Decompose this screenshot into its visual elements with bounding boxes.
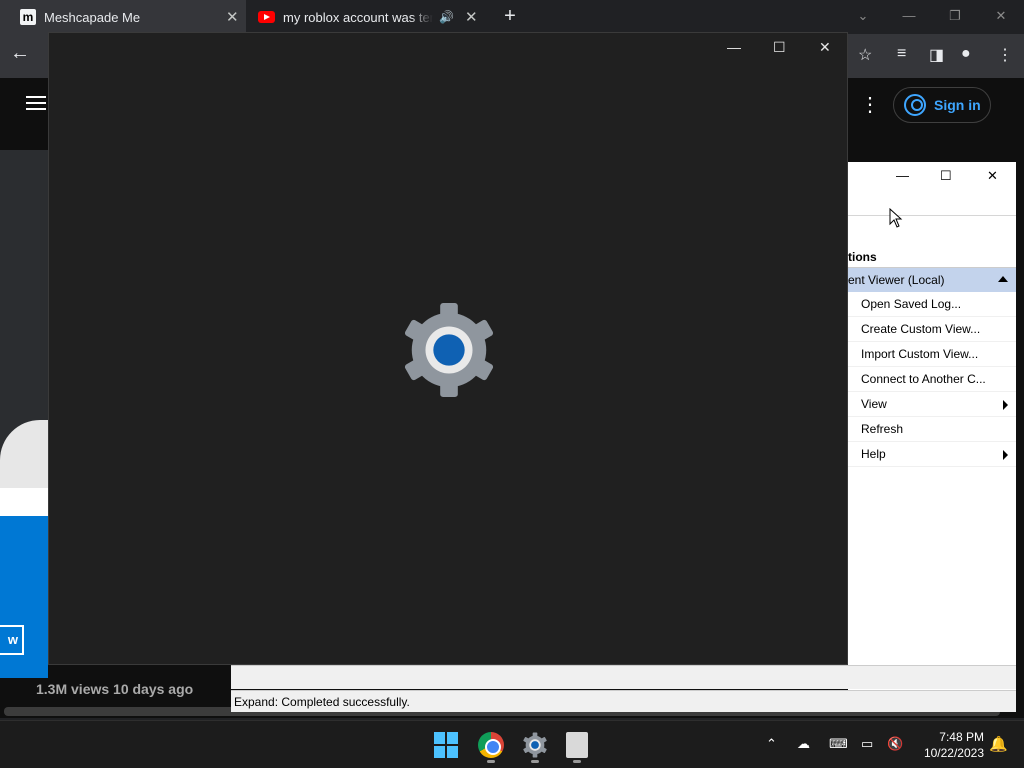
close-icon[interactable]: ✕ — [987, 168, 998, 184]
youtube-favicon-icon — [258, 11, 275, 23]
event-viewer-icon[interactable] — [566, 732, 588, 758]
actions-pane: tions ent Viewer (Local) Open Saved Log.… — [848, 246, 1016, 467]
browser-window-controls: ⌄ — ❐ ✕ — [840, 0, 1024, 32]
maximize-icon[interactable]: ☐ — [773, 39, 786, 56]
mouse-cursor-icon — [889, 208, 903, 228]
browser-tabstrip: m Meshcapade Me ✕ my roblox account was … — [0, 0, 1024, 34]
action-connect-another-computer[interactable]: Connect to Another C... — [848, 367, 1016, 392]
maximize-icon[interactable]: ☐ — [940, 168, 952, 184]
running-indicator — [573, 760, 581, 763]
close-icon[interactable]: ✕ — [819, 39, 831, 56]
new-tab-button[interactable]: + — [498, 4, 522, 28]
kebab-menu-icon[interactable]: ⋮ — [997, 45, 1013, 65]
onedrive-cloud-icon[interactable]: ☁ — [797, 736, 810, 752]
clock-time: 7:48 PM — [939, 730, 984, 744]
network-icon[interactable]: ▭ — [861, 736, 873, 752]
action-view[interactable]: View — [848, 392, 1016, 417]
submenu-arrow-icon — [1003, 450, 1008, 460]
tab-meshcapade[interactable]: m Meshcapade Me ✕ — [0, 0, 246, 34]
action-create-custom-view[interactable]: Create Custom View... — [848, 317, 1016, 342]
back-arrow-icon[interactable]: ← — [10, 42, 30, 65]
submenu-arrow-icon — [1003, 400, 1008, 410]
volume-muted-icon[interactable]: 🔇 — [887, 736, 903, 752]
actions-section-event-viewer[interactable]: ent Viewer (Local) — [848, 268, 1016, 292]
tab-search-icon[interactable]: ⌄ — [840, 0, 886, 32]
action-label: Help — [861, 447, 886, 461]
settings-splash-window: — ☐ ✕ — [48, 32, 848, 665]
sign-in-label: Sign in — [934, 97, 981, 113]
minimize-icon[interactable]: — — [886, 0, 932, 32]
settings-icon[interactable] — [522, 732, 548, 758]
tab-title: Meshcapade Me — [44, 9, 141, 25]
youtube-more-icon[interactable]: ⋮ — [860, 92, 880, 117]
sign-in-button[interactable]: Sign in — [893, 87, 991, 123]
minimize-icon[interactable]: — — [896, 168, 909, 183]
bookmark-star-icon[interactable]: ☆ — [858, 45, 872, 65]
status-bar: Expand: Completed successfully. — [231, 690, 1016, 712]
tab-youtube[interactable]: my roblox account was term 🔊 ✕ — [246, 0, 492, 34]
audio-playing-icon[interactable]: 🔊 — [439, 10, 454, 24]
blue-dialog-fragment: w — [0, 488, 48, 678]
action-open-saved-log[interactable]: Open Saved Log... — [848, 292, 1016, 317]
minimize-icon[interactable]: — — [727, 39, 741, 55]
start-icon[interactable] — [434, 732, 460, 758]
profile-icon[interactable]: ● — [961, 45, 971, 63]
collapse-arrow-icon[interactable] — [998, 276, 1008, 282]
notification-bell-icon[interactable]: 🔔 — [989, 735, 1008, 753]
taskbar: ⌃ ☁ ⌨ ▭ 🔇 7:48 PM 10/22/2023 🔔 — [0, 720, 1024, 768]
event-viewer-window: — ☐ ✕ tions ent Viewer (Local) Open Save… — [848, 162, 1016, 710]
actions-header: tions — [848, 246, 1016, 268]
event-viewer-hscroll[interactable] — [231, 665, 1016, 689]
section-label: ent Viewer (Local) — [848, 273, 945, 287]
clock-date: 10/22/2023 — [923, 746, 984, 760]
gear-icon — [404, 302, 494, 398]
running-indicator — [487, 760, 495, 763]
action-help[interactable]: Help — [848, 442, 1016, 467]
close-tab-icon[interactable]: ✕ — [465, 8, 478, 26]
system-clock[interactable]: 7:48 PM 10/22/2023 — [912, 729, 984, 761]
video-stats: 1.3M views 10 days ago — [36, 681, 194, 697]
tab-title: my roblox account was term — [283, 9, 433, 25]
action-refresh[interactable]: Refresh — [848, 417, 1016, 442]
dialog-button[interactable]: w — [0, 625, 24, 655]
show-hidden-icons-icon[interactable]: ⌃ — [766, 736, 777, 752]
meshcapade-favicon-icon: m — [20, 9, 36, 25]
media-queue-icon[interactable]: ≡ — [897, 45, 906, 63]
keyboard-icon[interactable]: ⌨ — [829, 736, 848, 752]
action-label: View — [861, 397, 887, 411]
restore-icon[interactable]: ❐ — [932, 0, 978, 32]
side-panel-icon[interactable]: ◨ — [929, 45, 944, 65]
event-viewer-controls: — ☐ ✕ — [848, 162, 1016, 192]
user-circle-icon — [904, 94, 926, 116]
close-tab-icon[interactable]: ✕ — [226, 8, 239, 26]
close-icon[interactable]: ✕ — [978, 0, 1024, 32]
action-import-custom-view[interactable]: Import Custom View... — [848, 342, 1016, 367]
hamburger-menu-icon[interactable] — [26, 96, 46, 114]
running-indicator — [531, 760, 539, 763]
event-viewer-toolbar — [848, 192, 1016, 216]
chrome-icon[interactable] — [478, 732, 504, 758]
